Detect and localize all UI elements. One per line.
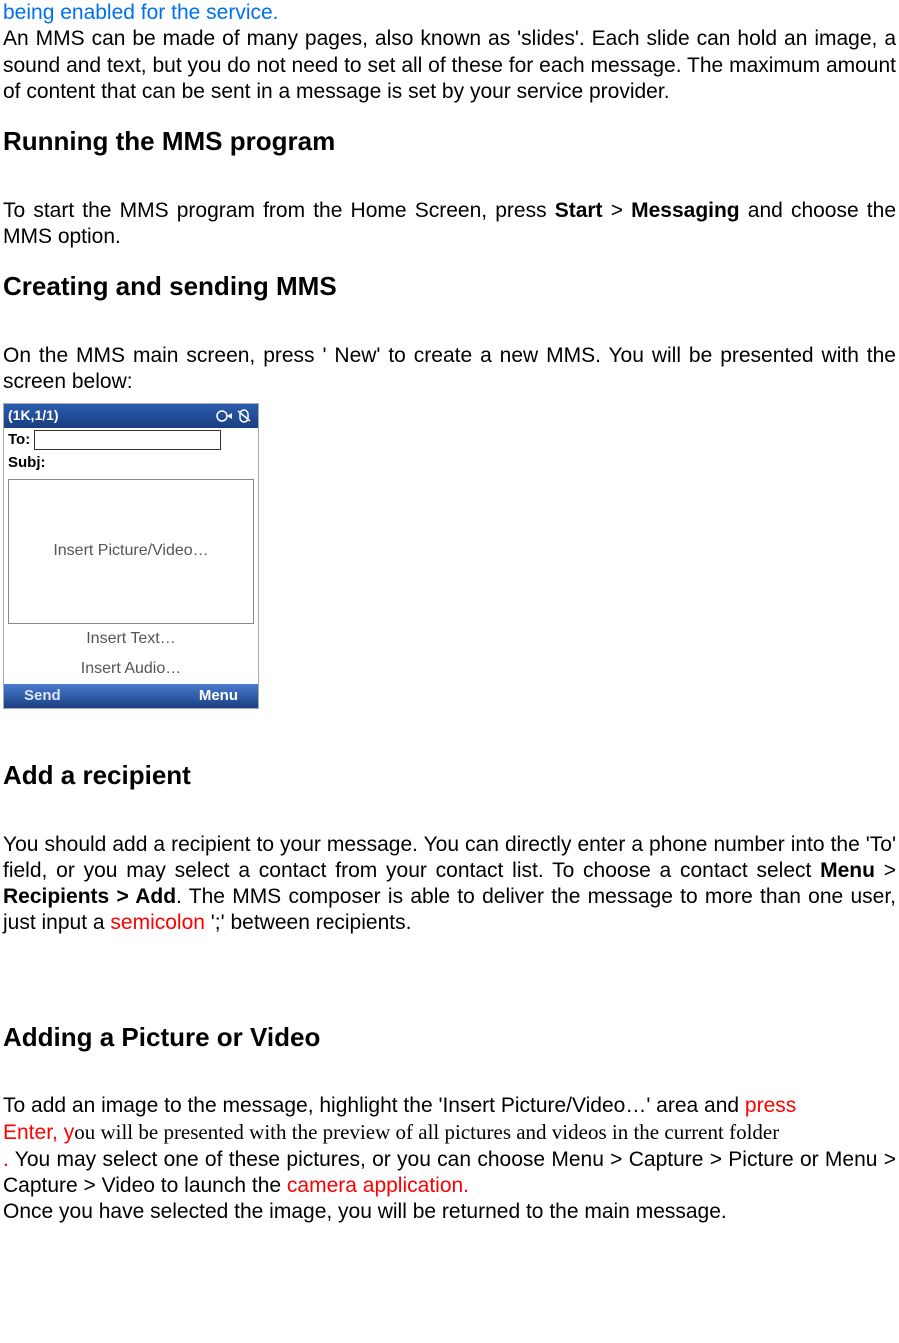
to-input[interactable]	[34, 430, 221, 450]
intro-blue-line: being enabled for the service.	[3, 0, 896, 26]
messaging-bold: Messaging	[631, 199, 740, 222]
heading-creating: Creating and sending MMS	[3, 270, 896, 303]
to-row: To:	[4, 428, 258, 452]
subj-row: Subj:	[4, 452, 258, 479]
semicolon-red: semicolon	[110, 911, 205, 934]
heading-picture: Adding a Picture or Video	[3, 1021, 896, 1054]
titlebar-text: (1K,1/1)	[8, 407, 59, 425]
recipients-add-bold: Recipients > Add	[3, 885, 176, 908]
send-button[interactable]: Send	[24, 687, 61, 706]
mixed-font-text: ou will be presented with the preview of…	[74, 1120, 779, 1144]
bottombar: Send Menu	[4, 684, 258, 708]
enter-y-red: Enter, y	[3, 1121, 74, 1144]
running-para-pre: To start the MMS program from the Home S…	[3, 199, 555, 222]
mms-composer-screenshot: (1K,1/1) To: Subj: Insert Picture/Video……	[3, 403, 259, 709]
recipient-paragraph: You should add a recipient to your messa…	[3, 832, 896, 937]
volume-icon	[236, 409, 254, 423]
content-area: Insert Picture/Video… Insert Text… Inser…	[4, 479, 258, 684]
intro-paragraph: An MMS can be made of many pages, also k…	[3, 26, 896, 105]
subj-label: Subj:	[8, 454, 46, 471]
picture-paragraph-1: To add an image to the message, highligh…	[3, 1093, 896, 1119]
press-red: press	[745, 1094, 796, 1117]
recipient-post: ';' between recipients.	[205, 911, 411, 934]
heading-recipient: Add a recipient	[3, 759, 896, 792]
insert-audio-area[interactable]: Insert Audio…	[8, 654, 254, 684]
running-paragraph: To start the MMS program from the Home S…	[3, 198, 896, 251]
menu-bold: Menu	[820, 859, 875, 882]
picture-paragraph-2: Enter, you will be presented with the pr…	[3, 1119, 896, 1146]
signal-icon	[216, 409, 234, 423]
to-label: To:	[8, 431, 30, 450]
creating-paragraph: On the MMS main screen, press ' New' to …	[3, 343, 896, 396]
titlebar: (1K,1/1)	[4, 404, 258, 428]
pic-line1-pre: To add an image to the message, highligh…	[3, 1094, 745, 1117]
picture-paragraph-3: . You may select one of these pictures, …	[3, 1147, 896, 1200]
running-gt1: >	[603, 199, 632, 222]
recipient-pre: You should add a recipient to your messa…	[3, 833, 896, 882]
start-bold: Start	[555, 199, 603, 222]
insert-text-area[interactable]: Insert Text…	[8, 624, 254, 654]
insert-picture-label: Insert Picture/Video…	[53, 541, 208, 561]
picture-paragraph-4: Once you have selected the image, you wi…	[3, 1199, 896, 1225]
camera-red: camera application.	[287, 1174, 469, 1197]
recipient-gt: >	[875, 859, 896, 882]
heading-running: Running the MMS program	[3, 125, 896, 158]
titlebar-icons	[216, 409, 254, 423]
menu-button[interactable]: Menu	[199, 687, 238, 706]
insert-picture-area[interactable]: Insert Picture/Video…	[8, 479, 254, 624]
